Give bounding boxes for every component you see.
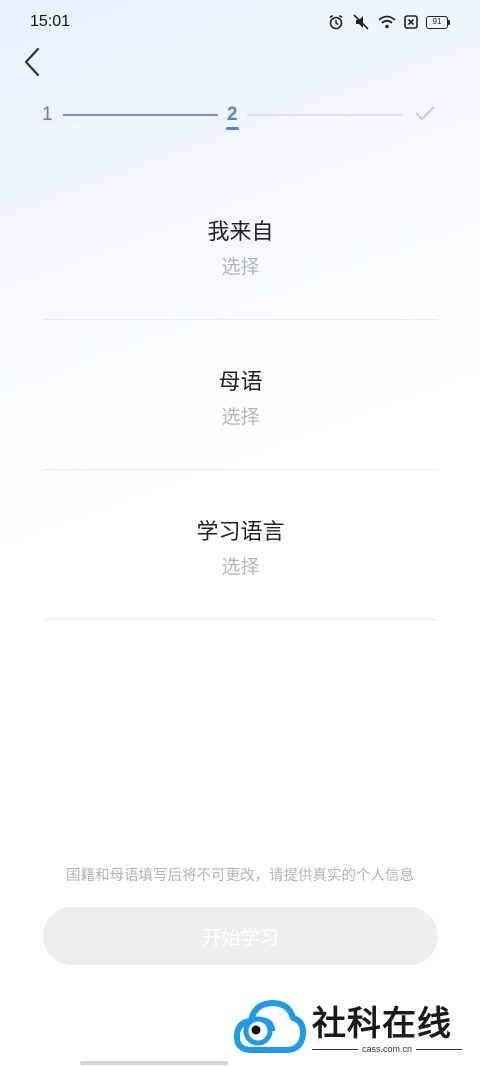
cloud-eye-logo-icon — [234, 1000, 306, 1053]
home-indicator[interactable] — [80, 1061, 228, 1065]
battery-level: 91 — [426, 15, 448, 29]
learning-language-selector[interactable]: 学习语言 选择 — [43, 470, 438, 620]
native-language-label: 母语 — [218, 370, 263, 395]
watermark-name: 社科在线 — [312, 1004, 452, 1044]
notice-text: 国籍和母语填写后将不可更改，请提供真实的个人信息 — [66, 868, 414, 884]
status-bar: 15:01 91 — [0, 0, 480, 44]
battery-icon: 91 — [426, 15, 450, 29]
step-1-line — [63, 114, 218, 116]
origin-label: 我来自 — [207, 220, 274, 245]
progress-stepper: 1 2 — [0, 98, 480, 134]
status-icons: 91 — [328, 14, 450, 30]
status-time: 15:01 — [30, 13, 71, 30]
watermark-url: cass.com.cn — [357, 1044, 416, 1054]
learning-language-value[interactable]: 选择 — [43, 552, 438, 579]
origin-value[interactable]: 选择 — [43, 252, 438, 279]
learning-language-label: 学习语言 — [196, 520, 285, 545]
current-step-indicator — [226, 127, 239, 130]
watermark: 社科在线 cass.com.cn — [234, 994, 466, 1060]
alarm-icon — [329, 14, 343, 30]
native-language-selector[interactable]: 母语 选择 — [43, 320, 438, 470]
step-1-number: 1 — [42, 104, 53, 125]
origin-selector[interactable]: 我来自 选择 — [43, 170, 438, 320]
step-2-line — [247, 114, 403, 116]
chevron-left-icon — [24, 47, 40, 77]
native-language-value[interactable]: 选择 — [43, 402, 438, 429]
start-learning-button[interactable]: 开始学习 — [43, 907, 438, 965]
battery-tip — [448, 19, 450, 25]
watermark-url-wrap: cass.com.cn — [312, 1044, 462, 1054]
check-icon — [415, 106, 435, 121]
wifi-icon — [378, 15, 396, 29]
sim-off-icon — [404, 15, 418, 29]
step-2-number: 2 — [227, 104, 238, 125]
back-button[interactable] — [18, 46, 46, 78]
mute-icon — [353, 14, 369, 30]
